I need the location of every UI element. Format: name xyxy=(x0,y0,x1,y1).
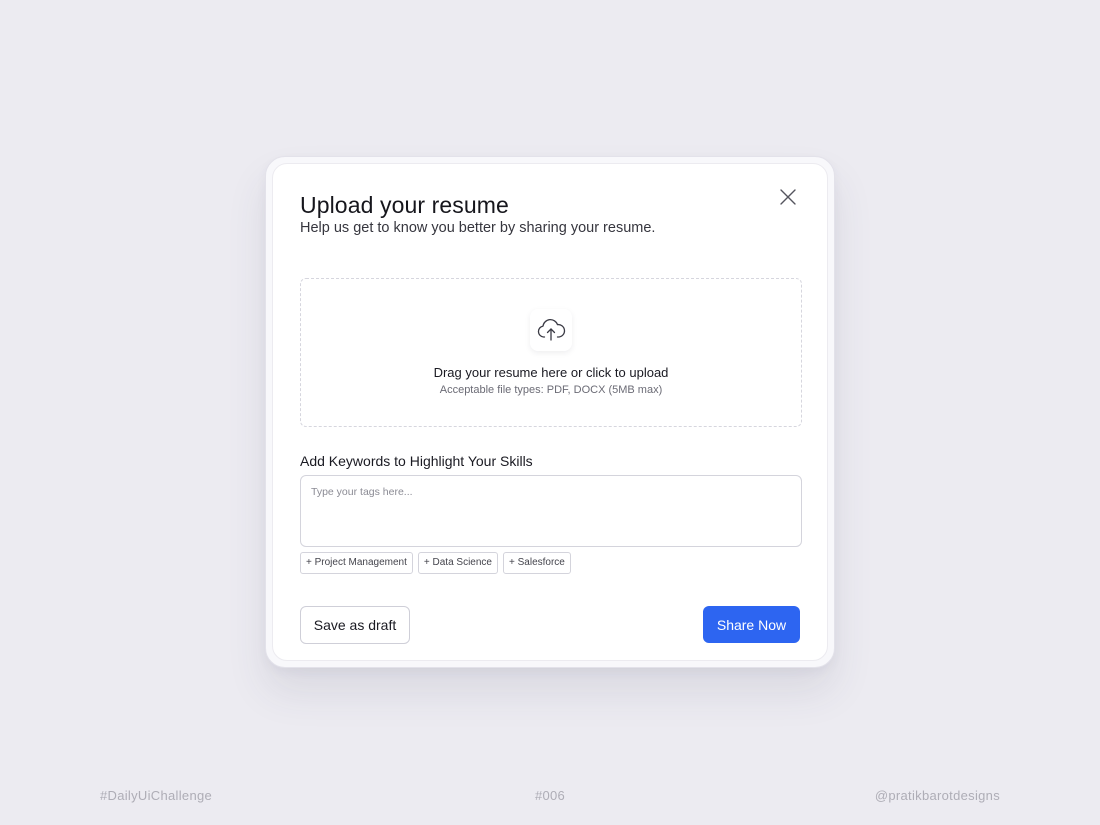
upload-resume-dialog: Upload your resume Help us get to know y… xyxy=(265,156,835,668)
suggestion-chip-salesforce[interactable]: + Salesforce xyxy=(503,552,571,574)
dialog-title: Upload your resume xyxy=(300,192,509,218)
dialog-subtitle: Help us get to know you better by sharin… xyxy=(300,220,656,236)
suggestion-chip-project-management[interactable]: + Project Management xyxy=(300,552,413,574)
share-now-button[interactable]: Share Now xyxy=(703,606,800,643)
suggestion-chip-data-science[interactable]: + Data Science xyxy=(417,552,498,574)
tags-input[interactable] xyxy=(300,475,802,547)
resume-dropzone[interactable]: Drag your resume here or click to upload… xyxy=(300,278,802,427)
footer-author-handle: @pratikbarotdesigns xyxy=(874,788,1000,803)
keywords-label: Add Keywords to Highlight Your Skills xyxy=(300,453,533,469)
dialog-card: Upload your resume Help us get to know y… xyxy=(272,163,828,661)
close-button[interactable] xyxy=(777,186,799,208)
close-icon xyxy=(780,189,796,205)
cloud-upload-icon xyxy=(537,318,566,341)
dropzone-title: Drag your resume here or click to upload xyxy=(433,365,669,380)
save-draft-button[interactable]: Save as draft xyxy=(300,606,410,644)
upload-icon-tile xyxy=(530,309,572,351)
dropzone-hint: Acceptable file types: PDF, DOCX (5MB ma… xyxy=(439,384,663,396)
keyword-suggestions: + Project Management + Data Science + Sa… xyxy=(300,552,571,574)
